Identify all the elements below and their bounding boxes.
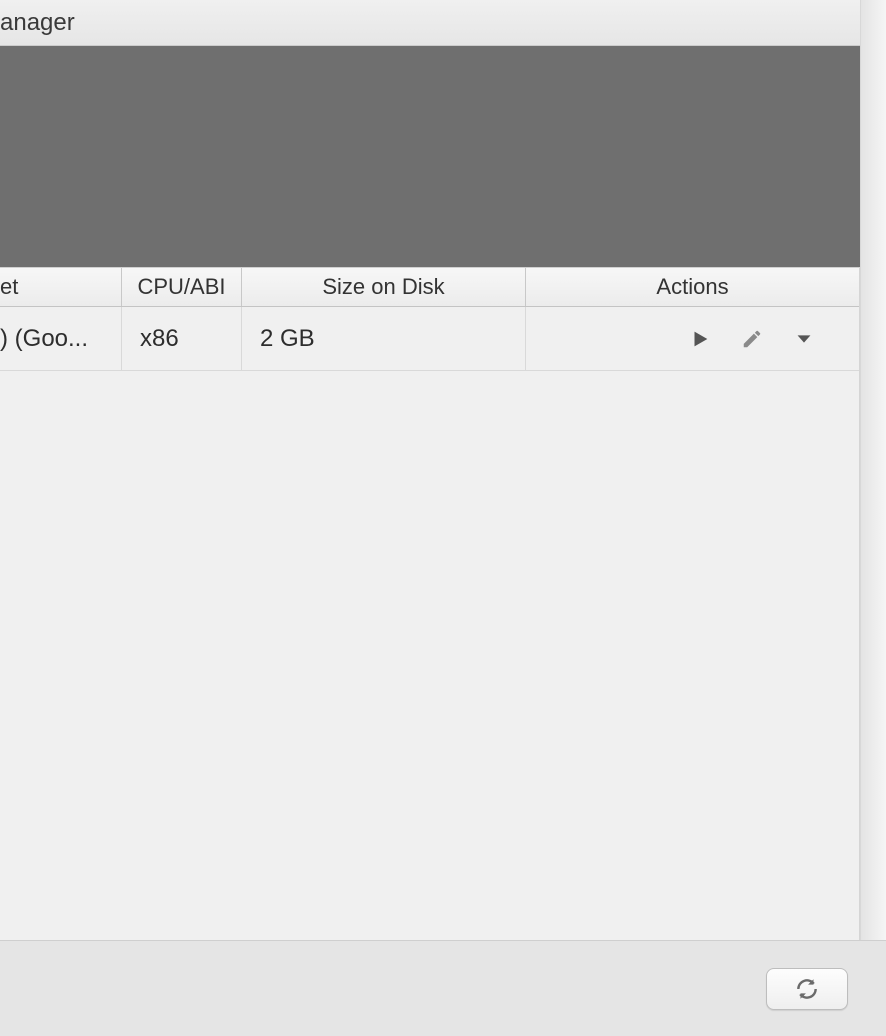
play-icon (689, 328, 711, 350)
row-menu-button[interactable] (789, 324, 819, 354)
column-header-cpu[interactable]: CPU/ABI (122, 268, 242, 306)
window-title: anager (0, 9, 75, 37)
refresh-icon (794, 976, 820, 1002)
cell-target-text: ) (Goo... (0, 325, 88, 353)
column-header-actions-label: Actions (656, 274, 728, 300)
edit-button[interactable] (737, 324, 767, 354)
pencil-icon (741, 328, 763, 350)
column-header-target-label: et (0, 274, 18, 300)
window-right-edge (860, 0, 886, 1036)
cell-actions (526, 307, 859, 370)
cell-target: ) (Goo... (0, 307, 122, 370)
cell-size: 2 GB (242, 307, 526, 370)
window-titlebar: anager (0, 0, 886, 46)
table-row[interactable]: ) (Goo... x86 2 GB (0, 307, 859, 371)
column-header-cpu-label: CPU/ABI (137, 274, 225, 300)
column-header-target[interactable]: et (0, 268, 122, 306)
cell-cpu: x86 (122, 307, 242, 370)
table-header-row: et CPU/ABI Size on Disk Actions (0, 267, 859, 307)
cell-size-text: 2 GB (260, 325, 315, 353)
column-header-size-label: Size on Disk (322, 274, 444, 300)
device-table: et CPU/ABI Size on Disk Actions ) (Goo..… (0, 267, 860, 940)
play-button[interactable] (685, 324, 715, 354)
column-header-size[interactable]: Size on Disk (242, 268, 526, 306)
column-header-actions[interactable]: Actions (526, 268, 859, 306)
bottom-toolbar (0, 940, 886, 1036)
refresh-button[interactable] (766, 968, 848, 1010)
header-banner (0, 46, 886, 267)
cell-cpu-text: x86 (140, 325, 179, 353)
chevron-down-icon (793, 328, 815, 350)
